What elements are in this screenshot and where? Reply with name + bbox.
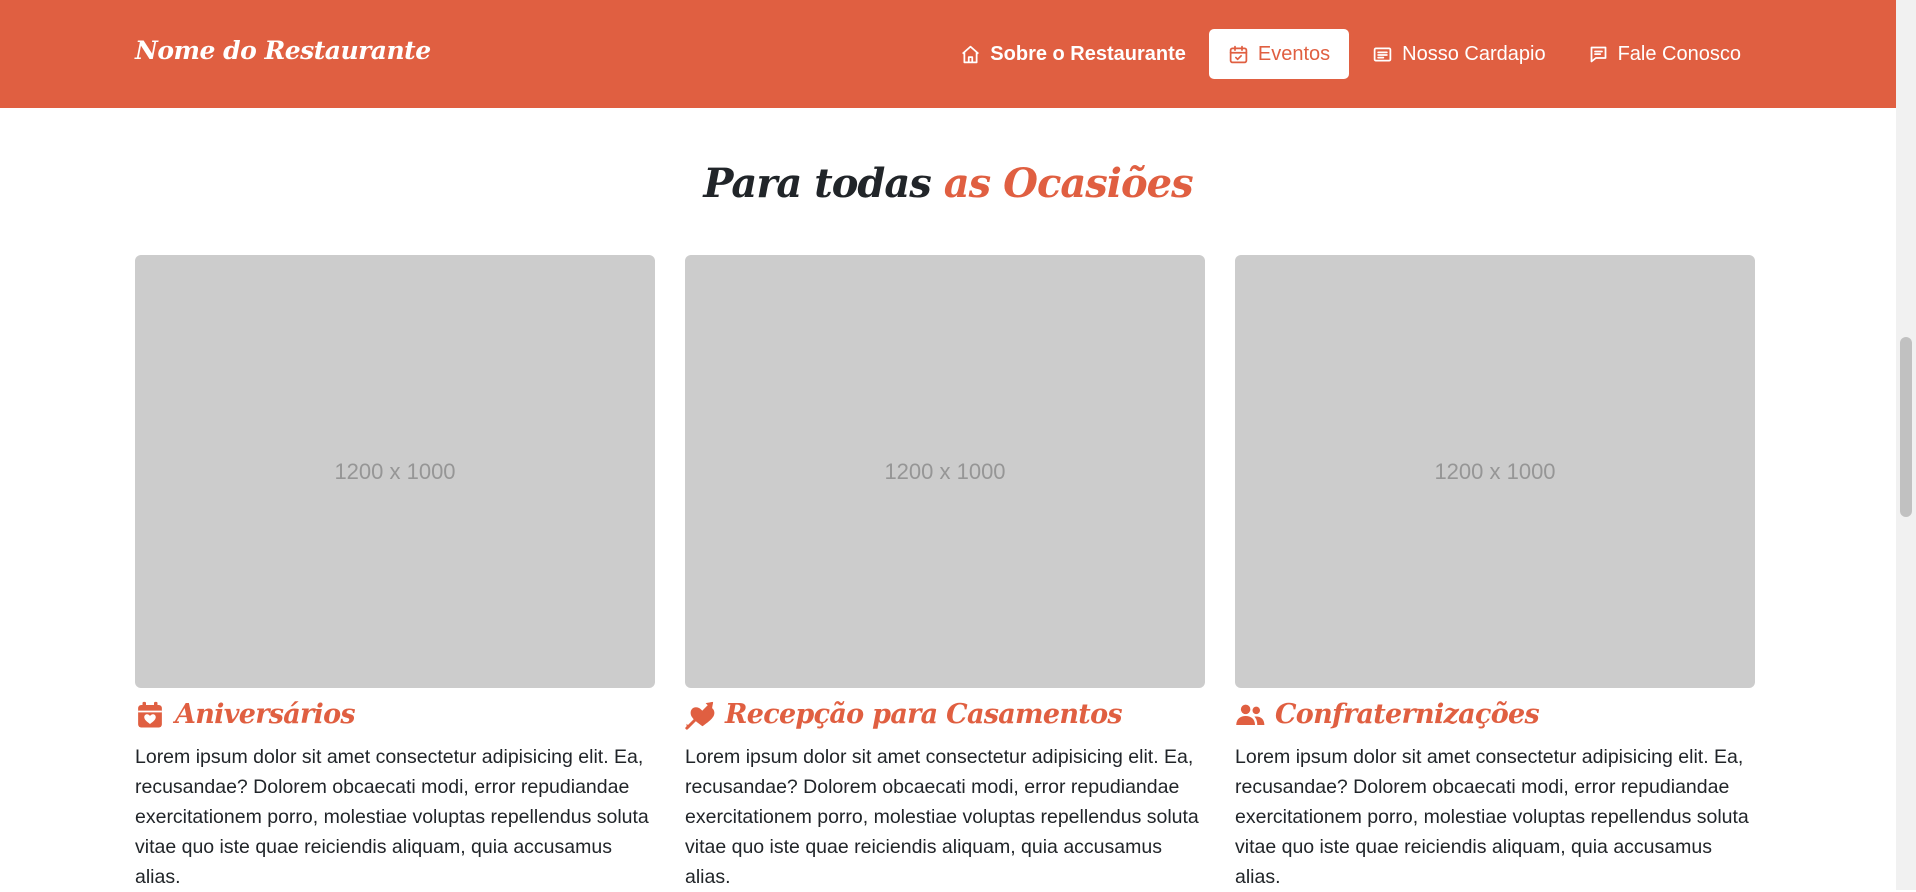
nav-item-cardapio[interactable]: Nosso Cardapio xyxy=(1353,29,1564,79)
brand-logo[interactable]: Nome do Restaurante xyxy=(135,36,431,65)
image-placeholder-label: 1200 x 1000 xyxy=(334,458,456,484)
image-placeholder-label: 1200 x 1000 xyxy=(884,458,1006,484)
card-title: Aniversários xyxy=(175,699,356,730)
nav-item-label: Eventos xyxy=(1257,42,1331,65)
user-group-icon xyxy=(1235,700,1265,730)
event-card-casamentos: 1200 x 1000 Recepção para Casamentos Lor… xyxy=(685,255,1205,892)
card-heading: Aniversários xyxy=(135,699,655,730)
calendar-heart-icon xyxy=(135,700,165,730)
navbar: Nome do Restaurante Sobre o Restaurante xyxy=(0,0,1896,108)
nav-item-label: Sobre o Restaurante xyxy=(990,42,1186,65)
nav-item-label: Nosso Cardapio xyxy=(1402,42,1546,65)
card-heading: Recepção para Casamentos xyxy=(685,699,1205,730)
card-title: Recepção para Casamentos xyxy=(725,699,1123,730)
event-card-aniversarios: 1200 x 1000 Aniversários Lorem ipsum dol… xyxy=(135,255,655,892)
image-placeholder-label: 1200 x 1000 xyxy=(1434,458,1556,484)
nav-item-eventos[interactable]: Eventos xyxy=(1208,29,1350,79)
section-title-part1: Para todas xyxy=(703,160,931,207)
main-nav: Sobre o Restaurante Eventos Nosso Cardap… xyxy=(941,29,1760,79)
image-placeholder: 1200 x 1000 xyxy=(1235,255,1755,688)
nav-item-contato[interactable]: Fale Conosco xyxy=(1569,29,1760,79)
event-card-confraternizacoes: 1200 x 1000 Confraternizações Lorem ipsu… xyxy=(1235,255,1755,892)
card-description: Lorem ipsum dolor sit amet consectetur a… xyxy=(685,746,1199,888)
card-description: Lorem ipsum dolor sit amet consectetur a… xyxy=(1235,746,1749,888)
calendar-check-icon xyxy=(1228,44,1249,65)
chat-icon xyxy=(1588,44,1609,65)
home-icon xyxy=(960,44,981,65)
card-heading: Confraternizações xyxy=(1235,699,1755,730)
card-title: Confraternizações xyxy=(1275,699,1540,730)
scrollbar-thumb[interactable] xyxy=(1900,337,1912,517)
image-placeholder: 1200 x 1000 xyxy=(685,255,1205,688)
card-description: Lorem ipsum dolor sit amet consectetur a… xyxy=(135,746,649,888)
heart-arrow-icon xyxy=(685,700,715,730)
nav-item-sobre[interactable]: Sobre o Restaurante xyxy=(941,29,1205,79)
section-title: Para todas as Ocasiões xyxy=(0,160,1896,207)
section-title-part2: as Ocasiões xyxy=(943,160,1194,207)
menu-card-icon xyxy=(1372,44,1393,65)
vertical-scrollbar[interactable] xyxy=(1896,0,1916,890)
nav-item-label: Fale Conosco xyxy=(1617,42,1741,65)
image-placeholder: 1200 x 1000 xyxy=(135,255,655,688)
